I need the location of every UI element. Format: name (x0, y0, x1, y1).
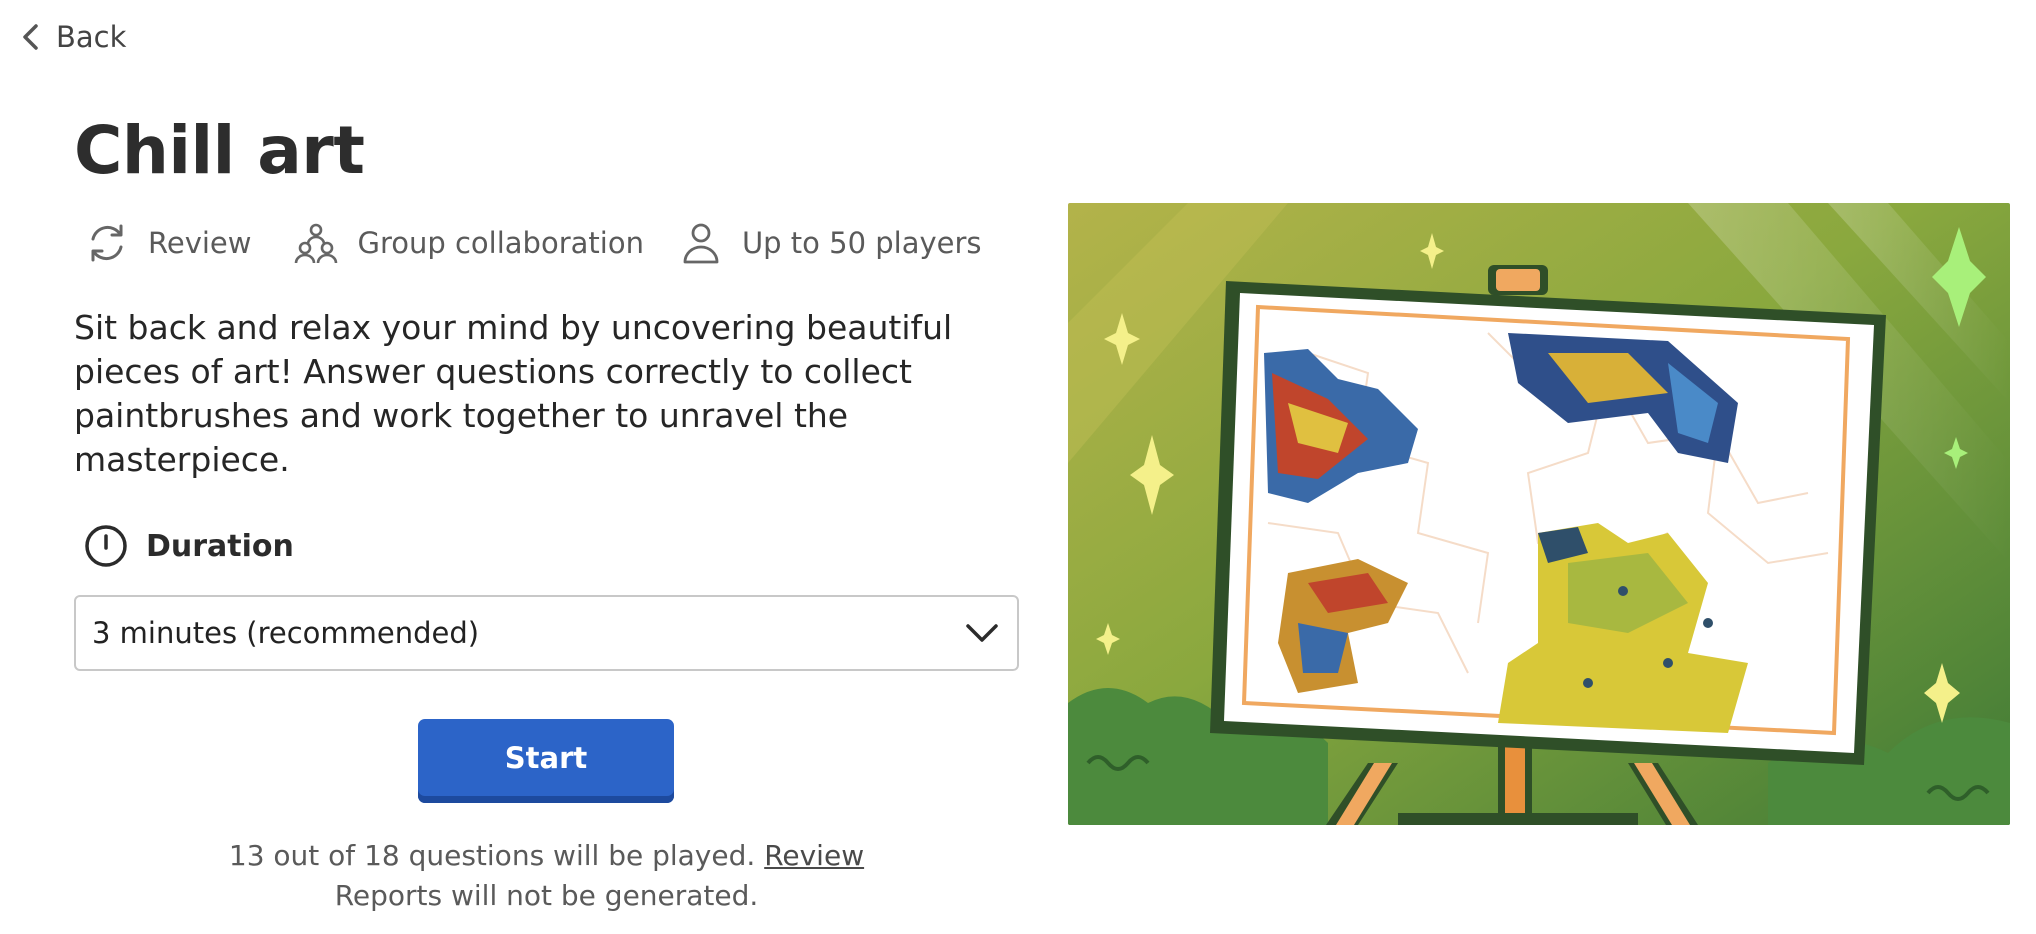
activity-meta: Review Group collaboration Up to 50 play… (84, 214, 982, 272)
questions-text: 13 out of 18 questions will be played. (228, 839, 756, 872)
activity-description: Sit back and relax your mind by uncoveri… (74, 308, 953, 479)
duration-heading: Duration (84, 524, 294, 568)
group-icon (295, 223, 338, 264)
hero-illustration (1068, 203, 2010, 825)
review-link[interactable]: Review (764, 839, 864, 872)
page-title: Chill art (74, 112, 365, 189)
footer-note: 13 out of 18 questions will be played. R… (74, 836, 1019, 916)
questions-line: 13 out of 18 questions will be played. R… (74, 836, 1019, 876)
meta-group-label: Group collaboration (357, 226, 644, 260)
duration-label: Duration (146, 528, 294, 564)
chevron-down-icon (966, 624, 998, 642)
meta-players: Up to 50 players (678, 220, 982, 266)
meta-review: Review (84, 220, 251, 266)
meta-group: Group collaboration (293, 220, 644, 266)
duration-select[interactable]: 3 minutes (recommended) (74, 595, 1019, 671)
back-label: Back (56, 20, 127, 54)
back-button[interactable]: Back (20, 20, 126, 54)
duration-selected-value: 3 minutes (recommended) (92, 616, 480, 650)
start-button[interactable]: Start (418, 719, 674, 803)
chevron-left-icon (23, 24, 38, 50)
meta-review-label: Review (148, 226, 252, 260)
person-icon (683, 223, 719, 264)
meta-players-label: Up to 50 players (741, 226, 982, 260)
clock-icon (85, 525, 127, 567)
reports-text: Reports will not be generated. (334, 879, 759, 912)
easel-illustration (1068, 203, 2010, 825)
refresh-icon (91, 224, 123, 262)
